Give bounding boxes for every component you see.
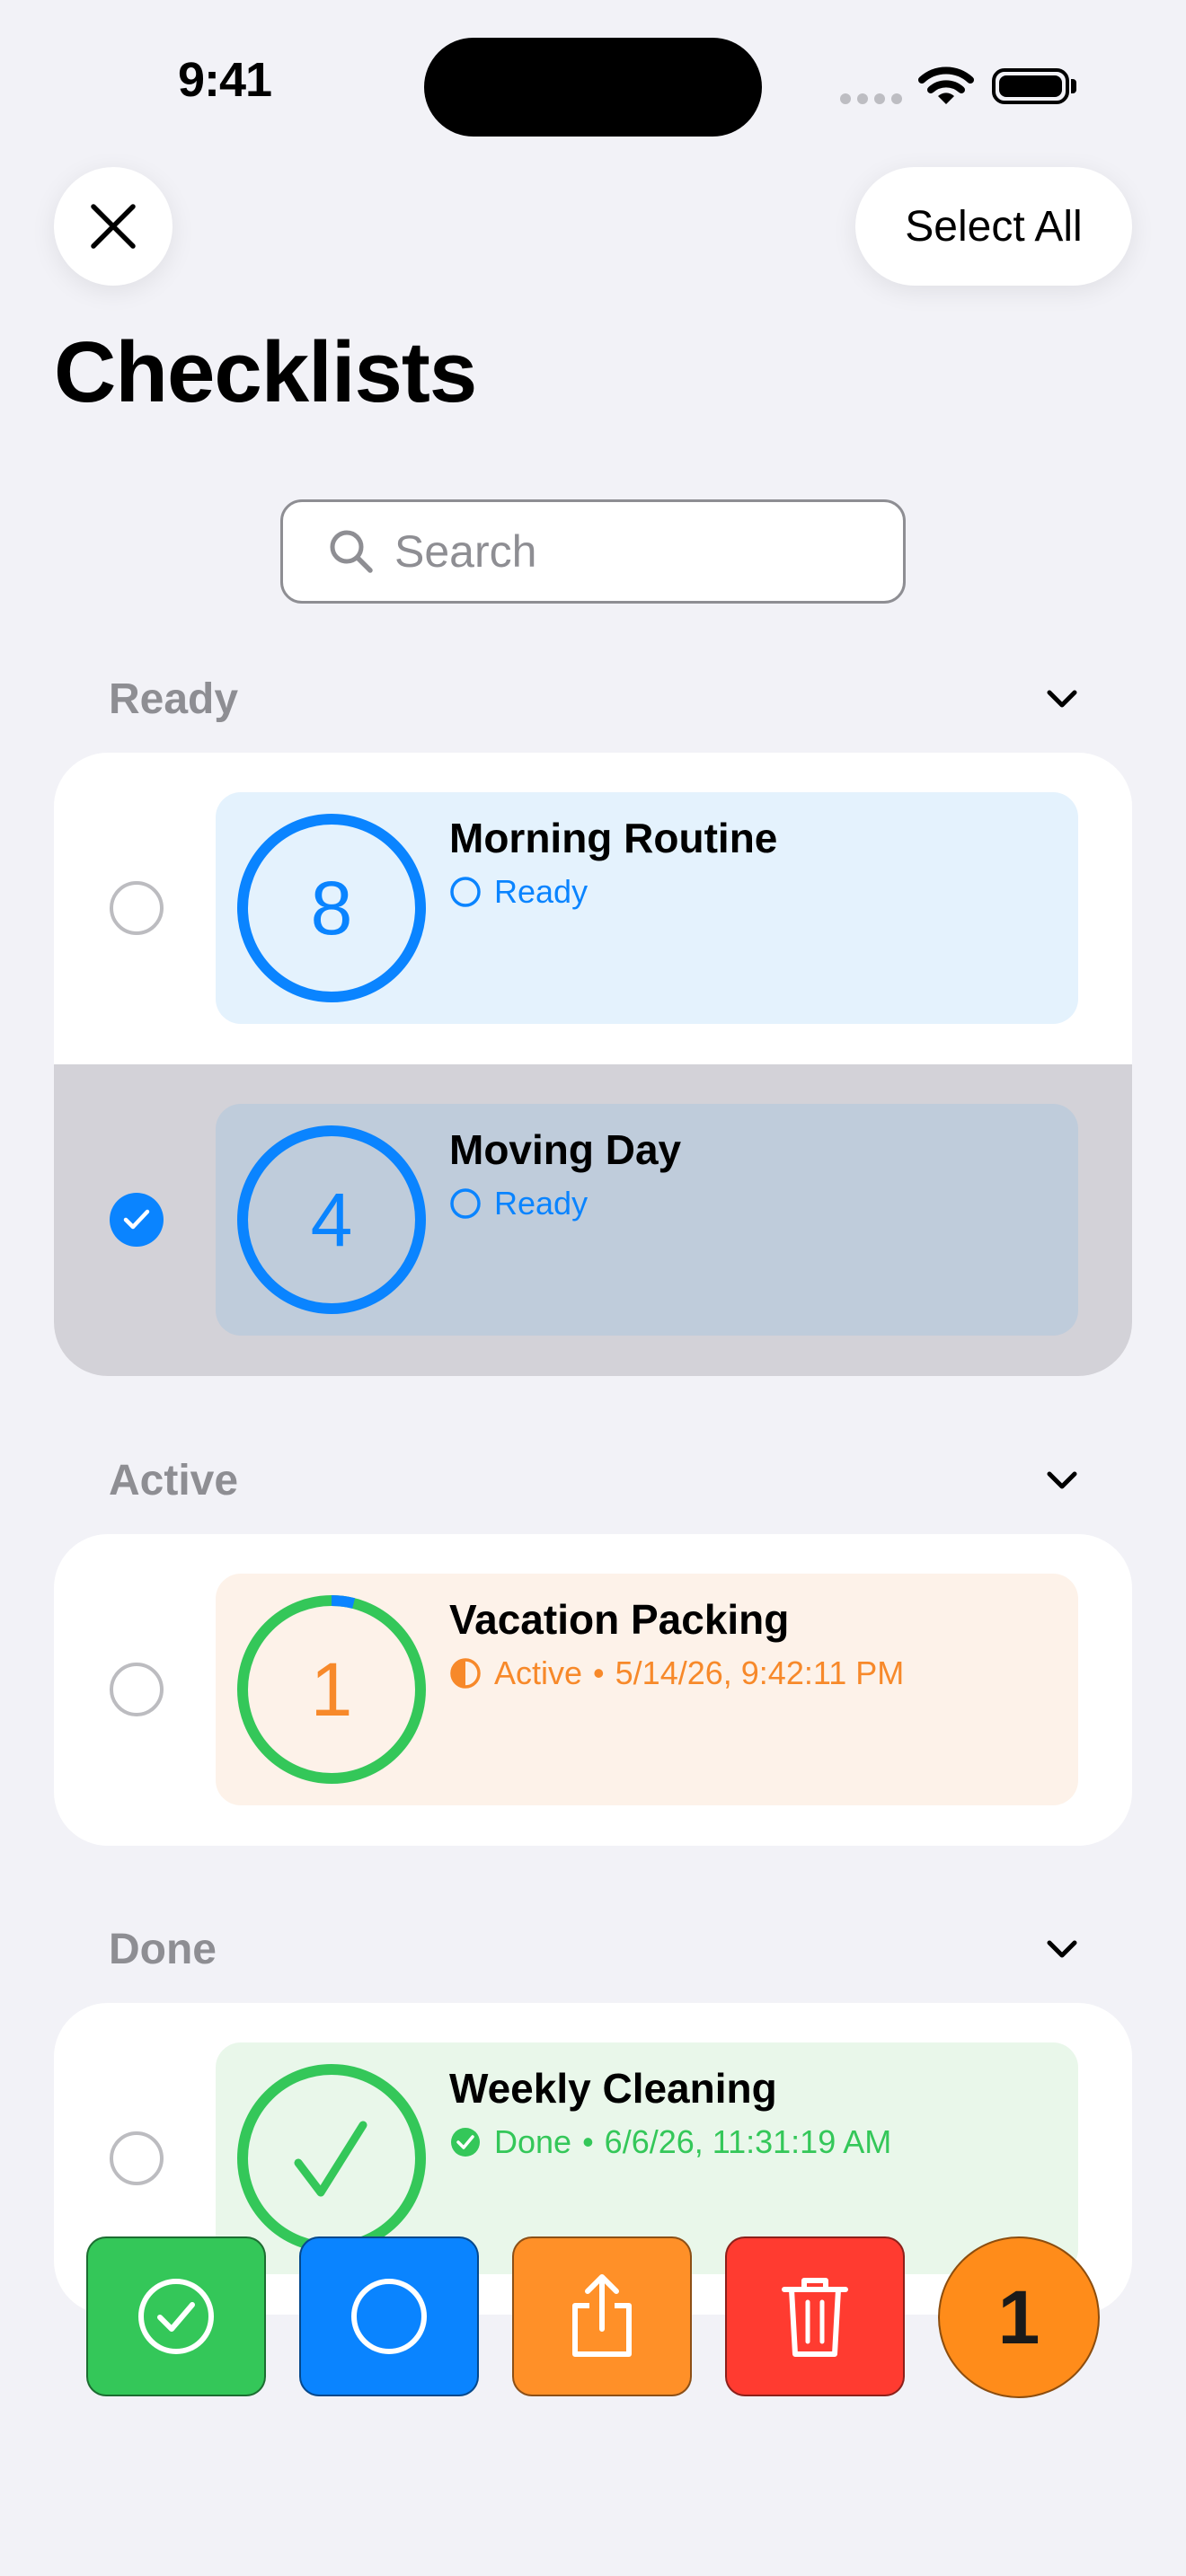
delete-button[interactable]	[725, 2236, 905, 2396]
search-input[interactable]: Search	[280, 499, 906, 604]
status-time: 9:41	[177, 53, 272, 107]
status-line: Done • 6/6/26, 11:31:19 AM	[449, 2123, 891, 2161]
close-icon	[91, 204, 136, 249]
chevron-down-icon	[1047, 1940, 1077, 1958]
item-count: 8	[310, 865, 353, 950]
cellular-signal-icon	[840, 93, 908, 109]
status-line: Active • 5/14/26, 9:42:11 PM	[449, 1654, 904, 1692]
selection-radio[interactable]	[110, 1663, 164, 1716]
trash-icon	[782, 2278, 848, 2357]
section-title: Ready	[109, 675, 239, 723]
battery-icon	[992, 68, 1069, 104]
section-title: Active	[109, 1456, 239, 1504]
list-item-morning-routine[interactable]: 8 Morning Routine Ready	[54, 753, 1132, 1064]
status-text: Ready	[494, 1185, 589, 1222]
close-button[interactable]	[54, 167, 173, 286]
checkmark-circle-fill-icon	[449, 2126, 482, 2158]
share-button[interactable]	[512, 2236, 692, 2396]
checklist-title: Weekly Cleaning	[449, 2065, 777, 2112]
ready-card-group: 8 Morning Routine Ready 4 Moving Day Rea…	[54, 753, 1132, 1376]
section-title: Done	[109, 1925, 217, 1973]
status-timestamp: 5/14/26, 9:42:11 PM	[615, 1654, 905, 1691]
selection-radio[interactable]	[110, 881, 164, 935]
dynamic-island	[424, 38, 762, 137]
mark-complete-button[interactable]	[86, 2236, 266, 2396]
selection-radio-checked[interactable]	[110, 1193, 164, 1247]
select-all-button[interactable]: Select All	[855, 167, 1132, 286]
list-item-vacation-packing[interactable]: 1 Vacation Packing Active • 5/14/26, 9:4…	[54, 1534, 1132, 1846]
checklist-title: Vacation Packing	[449, 1596, 790, 1643]
checklist-title: Moving Day	[449, 1126, 682, 1173]
search-icon	[330, 530, 373, 573]
selection-radio[interactable]	[110, 2131, 164, 2185]
checklist-tile[interactable]: 4 Moving Day Ready	[216, 1104, 1078, 1336]
active-card-group: 1 Vacation Packing Active • 5/14/26, 9:4…	[54, 1534, 1132, 1846]
item-count: 1	[310, 1646, 353, 1732]
mark-ready-button[interactable]	[299, 2236, 479, 2396]
status-text: Active	[494, 1654, 583, 1691]
checklist-title: Morning Routine	[449, 815, 778, 861]
checklist-tile[interactable]: 1 Vacation Packing Active • 5/14/26, 9:4…	[216, 1574, 1078, 1805]
list-item-moving-day[interactable]: 4 Moving Day Ready	[54, 1064, 1132, 1376]
status-text: Ready	[494, 873, 589, 910]
status-separator: •	[582, 2123, 594, 2160]
ready-status-icon	[449, 876, 482, 908]
half-circle-status-icon	[449, 1657, 482, 1689]
section-header-active[interactable]: Active	[54, 1444, 1132, 1516]
circle-icon	[351, 2279, 427, 2354]
status-text: Done	[494, 2123, 572, 2160]
checkmark-circle-icon	[138, 2279, 214, 2354]
battery-nub	[1071, 79, 1076, 93]
checkmark-icon	[294, 2121, 367, 2197]
status-timestamp: 6/6/26, 11:31:19 AM	[604, 2123, 892, 2160]
search-placeholder: Search	[394, 526, 537, 577]
wifi-icon	[918, 65, 974, 112]
status-line: Ready	[449, 1185, 588, 1222]
item-count: 4	[310, 1177, 353, 1262]
page-title: Checklists	[54, 324, 477, 420]
share-icon	[572, 2274, 632, 2357]
section-header-done[interactable]: Done	[54, 1913, 1132, 1985]
status-separator: •	[593, 1654, 605, 1691]
section-header-ready[interactable]: Ready	[54, 663, 1132, 735]
checklist-tile[interactable]: 8 Morning Routine Ready	[216, 792, 1078, 1024]
selected-count-badge[interactable]: 1	[938, 2236, 1100, 2398]
chevron-down-icon	[1047, 1471, 1077, 1489]
status-line: Ready	[449, 873, 588, 911]
checkmark-icon	[123, 1209, 150, 1230]
ready-status-icon	[449, 1187, 482, 1220]
chevron-down-icon	[1047, 690, 1077, 708]
